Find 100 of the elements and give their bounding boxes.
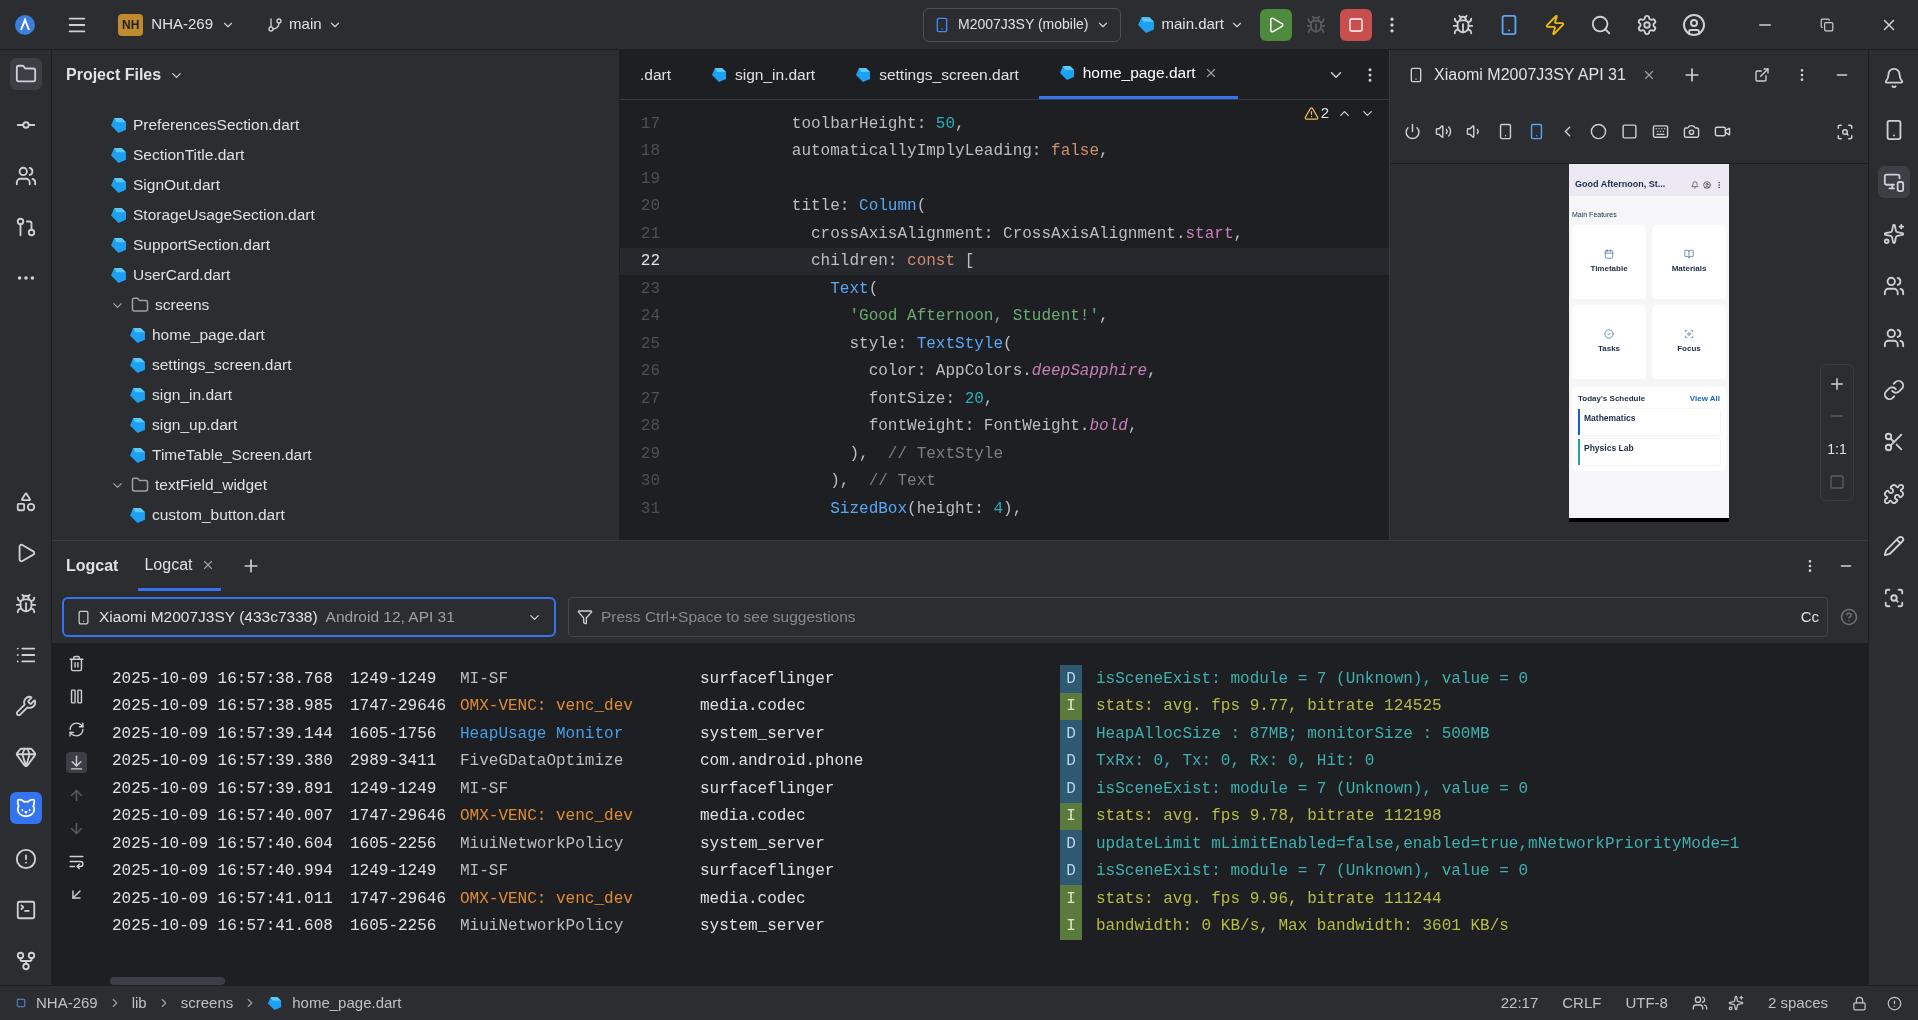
restore-icon[interactable]: [1820, 17, 1834, 32]
tree-item[interactable]: SectionTitle.dart: [133, 143, 245, 167]
tree-item[interactable]: settings_screen.dart: [152, 353, 292, 377]
editor-tab[interactable]: settings_screen.dart: [835, 50, 1039, 99]
inspect-icon[interactable]: [1836, 122, 1854, 141]
line-ending[interactable]: CRLF: [1562, 991, 1602, 1015]
home-icon[interactable]: [1590, 123, 1607, 140]
overview-icon[interactable]: [1621, 123, 1638, 140]
lightning-icon[interactable]: [1544, 13, 1566, 36]
log-timestamp: 2025-10-09 16:57:38.768: [111, 668, 334, 690]
folder-icon[interactable]: [14, 63, 37, 85]
link-icon[interactable]: [1882, 379, 1905, 401]
sparkle-icon[interactable]: [1882, 223, 1905, 245]
zoom-reset-button[interactable]: 1:1: [1827, 439, 1847, 460]
filter-field[interactable]: Press Ctrl+Space to see suggestions Cc: [568, 597, 1828, 637]
power-icon[interactable]: [1404, 123, 1421, 140]
project-selector[interactable]: NH NHA-269: [118, 13, 236, 36]
soft-wrap-icon[interactable]: [67, 853, 85, 870]
tree-item[interactable]: TimeTable_Screen.dart: [152, 443, 312, 467]
wrench-icon[interactable]: [14, 695, 37, 717]
tree-item[interactable]: PreferencesSection.dart: [133, 113, 300, 137]
people-icon[interactable]: [1691, 995, 1708, 1011]
filter-icon[interactable]: [577, 609, 593, 625]
tree-item[interactable]: custom_button.dart: [152, 503, 285, 527]
alert-icon[interactable]: [14, 848, 37, 870]
feature-card[interactable]: Focus: [1652, 305, 1726, 379]
view-all-link[interactable]: View All: [1689, 393, 1720, 405]
feature-card[interactable]: Timetable: [1572, 225, 1646, 299]
branch-selector[interactable]: main: [267, 13, 342, 36]
tree-item[interactable]: home_page.dart: [152, 323, 265, 347]
run-config-selector[interactable]: main.dart: [1131, 7, 1250, 42]
terminal-icon[interactable]: [14, 899, 37, 921]
tree-item[interactable]: textField_widget: [155, 473, 267, 497]
tree-item[interactable]: UserCard.dart: [133, 263, 231, 287]
warning-icon[interactable]: [1303, 105, 1319, 121]
tree-item[interactable]: SupportSection.dart: [133, 233, 270, 257]
tree-item[interactable]: sign_in.dart: [152, 383, 233, 407]
dart-file-icon: [129, 506, 146, 524]
bell-icon[interactable]: [1882, 67, 1905, 89]
people-icon[interactable]: [1882, 275, 1905, 297]
editor-tab[interactable]: home_page.dart: [1038, 50, 1238, 99]
editor-tab[interactable]: .dart: [620, 50, 691, 99]
indent-setting[interactable]: 2 spaces: [1767, 991, 1828, 1015]
settings-icon[interactable]: [1636, 13, 1658, 36]
app-logo-icon[interactable]: [14, 13, 36, 36]
breadcrumb[interactable]: home_page.dart: [292, 991, 402, 1015]
editor-tab[interactable]: sign_in.dart: [691, 50, 836, 99]
breadcrumb[interactable]: NHA-269: [36, 991, 98, 1015]
emulator-tab[interactable]: Xiaomi M2007J3SY API 31: [1434, 63, 1626, 87]
feature-card[interactable]: Tasks: [1572, 305, 1646, 379]
volume-up-icon[interactable]: [1435, 123, 1452, 140]
shapes-icon[interactable]: [14, 491, 37, 513]
keyboard-icon[interactable]: [1652, 123, 1669, 140]
tree-item[interactable]: screens: [155, 293, 210, 317]
scissors-icon[interactable]: [1882, 431, 1905, 453]
scrollbar[interactable]: [110, 977, 225, 985]
warning-count[interactable]: 2: [1320, 102, 1329, 125]
panel-title[interactable]: Project Files: [66, 63, 162, 87]
user-icon[interactable]: [1703, 180, 1711, 189]
inspect-icon[interactable]: [1882, 587, 1905, 609]
gem-icon[interactable]: [14, 746, 37, 768]
help-icon[interactable]: [1840, 608, 1858, 626]
pencil-icon[interactable]: [1882, 535, 1905, 557]
tree-item[interactable]: StorageUsageSection.dart: [133, 203, 315, 227]
restart-icon[interactable]: [67, 721, 85, 738]
log-message: stats: avg. fps 9.96, bitrate 111244: [1095, 888, 1442, 910]
stop-button[interactable]: [1340, 8, 1372, 41]
sparkle-icon[interactable]: [1727, 995, 1744, 1011]
log-pid: 1747-29646: [350, 888, 447, 910]
camera-icon[interactable]: [1683, 123, 1700, 140]
match-case-toggle[interactable]: Cc: [1800, 605, 1819, 629]
file-encoding[interactable]: UTF-8: [1625, 991, 1668, 1015]
cursor-position[interactable]: 22:17: [1500, 991, 1539, 1015]
bug-icon[interactable]: [1452, 13, 1474, 36]
device-mirror-icon[interactable]: [1882, 171, 1905, 193]
tree-item[interactable]: SignOut.dart: [133, 173, 221, 197]
log-tag: MiuiNetworkPolicy: [460, 831, 700, 856]
git-icon[interactable]: [14, 950, 37, 972]
breadcrumb[interactable]: lib: [131, 991, 147, 1015]
people-icon[interactable]: [14, 165, 37, 187]
feature-card[interactable]: Materials: [1652, 225, 1726, 299]
log-timestamp: 2025-10-09 16:57:39.144: [111, 723, 334, 745]
zoom-in-icon[interactable]: [1828, 375, 1846, 393]
run-button[interactable]: [1260, 8, 1292, 41]
puzzle-icon[interactable]: [1882, 483, 1905, 505]
clear-icon[interactable]: [67, 655, 85, 672]
device-selector[interactable]: M2007J3SY (mobile): [923, 7, 1122, 42]
alert-icon[interactable]: [1887, 995, 1902, 1011]
log-package: system_server: [700, 833, 826, 855]
tree-item[interactable]: sign_up.dart: [152, 413, 238, 437]
bug-icon[interactable]: [14, 593, 37, 615]
pop-out-icon[interactable]: [1754, 67, 1770, 83]
device-dropdown[interactable]: Xiaomi M2007J3SY (433c7338) Android 12, API 31: [62, 597, 556, 637]
people-chat-icon[interactable]: [1882, 327, 1905, 349]
account-icon[interactable]: [1682, 12, 1706, 37]
search-icon[interactable]: [1590, 13, 1612, 36]
breadcrumb[interactable]: screens: [180, 991, 234, 1015]
lock-icon[interactable]: [1852, 995, 1867, 1011]
cat-icon[interactable]: [14, 797, 37, 819]
pull-request-icon[interactable]: [14, 216, 37, 238]
